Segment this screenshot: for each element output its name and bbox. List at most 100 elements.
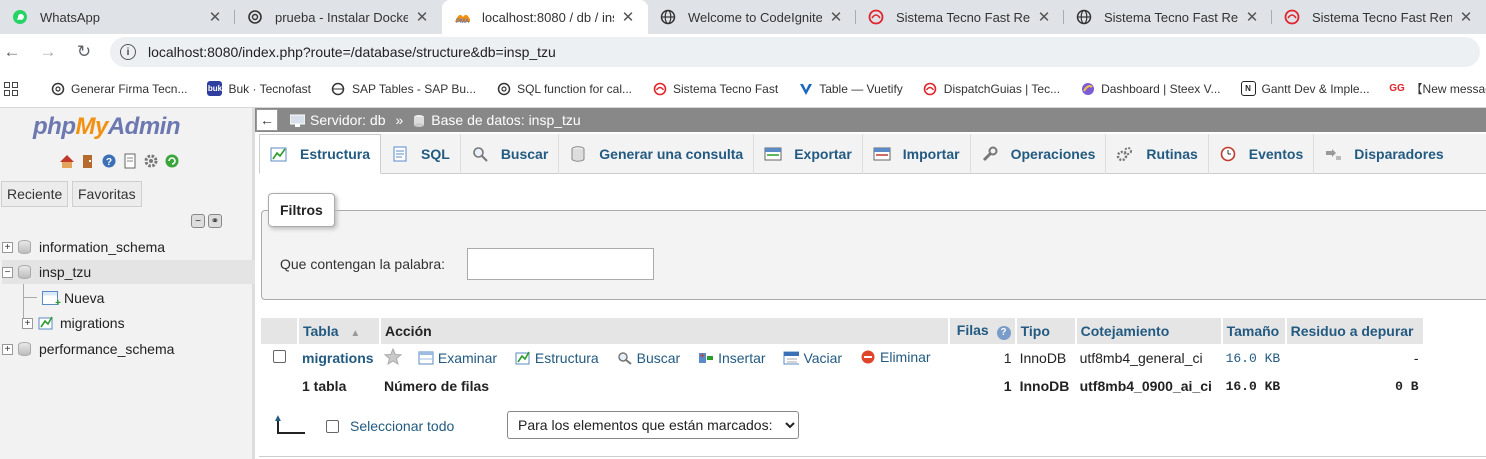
browser-tab-tecnofast-1[interactable]: Sistema Tecno Fast Rental ✕	[856, 0, 1064, 34]
row-checkbox[interactable]	[273, 350, 286, 363]
bookmark-item[interactable]: GG 【New message】Sha...	[1389, 80, 1486, 97]
browser-tab-localhost[interactable]: PMA localhost:8080 / db / insp_ ✕	[442, 0, 648, 34]
address-bar[interactable]: i localhost:8080/index.php?route=/databa…	[110, 37, 1480, 67]
collapse-all-icon[interactable]: −	[191, 214, 205, 228]
bookmark-item[interactable]: DispatchGuias | Tec...	[923, 81, 1060, 96]
select-all-checkbox[interactable]	[326, 419, 339, 433]
drop-action[interactable]: Eliminar	[860, 349, 931, 365]
close-icon[interactable]: ✕	[620, 8, 636, 26]
forward-arrow-icon[interactable]: →	[30, 34, 66, 70]
new-table-label[interactable]: Nueva	[64, 290, 104, 306]
help-icon[interactable]: ?	[996, 326, 1011, 340]
tab-sql[interactable]: SQL	[381, 134, 461, 174]
close-icon[interactable]: ✕	[828, 8, 844, 26]
bookmark-item[interactable]: SAP Tables - SAP Bu...	[331, 81, 476, 96]
browser-tab-codeigniter[interactable]: Welcome to CodeIgniter 4 ✕	[648, 0, 856, 34]
browser-toolbar: ← → ↻ i localhost:8080/index.php?route=/…	[0, 34, 1486, 70]
recent-tables-button[interactable]: Reciente	[1, 181, 69, 207]
empty-action[interactable]: Vaciar	[783, 350, 842, 366]
help-icon[interactable]: ?	[100, 152, 118, 170]
settings-gear-icon[interactable]	[142, 152, 160, 170]
table-name[interactable]: migrations	[60, 315, 125, 331]
row-size[interactable]: 16.0 KB	[1222, 344, 1286, 372]
reload-navigation-icon[interactable]	[163, 152, 181, 170]
tecnofast-icon	[868, 9, 884, 25]
database-name[interactable]: performance_schema	[39, 341, 174, 357]
tab-buscar[interactable]: Buscar	[461, 134, 560, 174]
phpmyadmin-logo[interactable]: phpMyAdmin	[33, 113, 181, 141]
filter-fieldset	[261, 210, 1486, 300]
site-info-icon[interactable]: i	[120, 44, 136, 60]
apps-grid-icon[interactable]	[4, 81, 18, 96]
back-arrow-icon[interactable]: ←	[0, 34, 30, 70]
table-name-link[interactable]: migrations	[302, 350, 374, 366]
tree-item-performance-schema[interactable]: + performance_schema	[2, 337, 174, 361]
close-icon[interactable]: ✕	[207, 8, 223, 26]
tree-item-insp-tzu[interactable]: − insp_tzu	[2, 260, 255, 284]
bookmark-item[interactable]: Dashboard | Steex V...	[1080, 81, 1221, 96]
tree-controls: − ⚭	[191, 214, 222, 228]
collapse-icon[interactable]: −	[2, 266, 13, 278]
tab-rutinas[interactable]: Rutinas	[1106, 134, 1209, 174]
tab-disparadores[interactable]: Disparadores	[1314, 134, 1453, 174]
close-icon[interactable]: ✕	[1036, 8, 1052, 26]
reload-icon[interactable]: ↻	[66, 34, 102, 70]
header-cotejamiento[interactable]: Cotejamiento	[1075, 318, 1223, 344]
structure-action[interactable]: Estructura	[515, 350, 599, 366]
header-tamano[interactable]: Tamaño	[1221, 318, 1287, 344]
breadcrumb-database[interactable]: Base de datos: insp_tzu	[431, 112, 580, 128]
tree-item-new-table[interactable]: Nueva	[42, 286, 104, 310]
tree-item-migrations[interactable]: + migrations	[22, 311, 125, 335]
favorite-tables-button[interactable]: Favoritas	[72, 181, 142, 207]
wrench-icon	[981, 146, 999, 162]
tab-importar[interactable]: Importar	[863, 134, 971, 174]
bookmark-item[interactable]: Sistema Tecno Fast	[652, 81, 778, 96]
logo-admin: Admin	[107, 113, 181, 140]
bookmark-item[interactable]: Table — Vuetify	[798, 81, 903, 96]
close-icon[interactable]: ✕	[1458, 8, 1474, 26]
favorite-star-icon[interactable]	[384, 348, 402, 365]
tab-exportar[interactable]: Exportar	[754, 134, 863, 174]
tab-estructura[interactable]: Estructura	[259, 134, 382, 174]
search-action[interactable]: Buscar	[617, 350, 680, 366]
filter-input[interactable]	[467, 248, 654, 280]
tree-item-information-schema[interactable]: + information_schema	[2, 235, 165, 259]
docs-icon[interactable]	[121, 152, 139, 170]
browser-tab-prueba[interactable]: prueba - Instalar Docker C ✕	[235, 0, 442, 34]
close-icon[interactable]: ✕	[1244, 8, 1260, 26]
tab-label: Generar una consulta	[599, 146, 744, 162]
close-icon[interactable]: ✕	[414, 8, 430, 26]
toggle-navigation-arrow-icon[interactable]: ←	[256, 109, 278, 131]
link-with-main-panel-icon[interactable]: ⚭	[208, 214, 222, 228]
breadcrumb-server[interactable]: Servidor: db	[310, 112, 385, 128]
breadcrumb-separator: »	[395, 112, 404, 128]
browser-tab-bar: WhatsApp ✕ prueba - Instalar Docker C ✕ …	[0, 0, 1486, 34]
bookmark-item[interactable]: Generar Firma Tecn...	[50, 81, 187, 96]
tab-generar-consulta[interactable]: Generar una consulta	[559, 134, 755, 174]
browser-tab-tecnofast-3[interactable]: Sistema Tecno Fast Rental ✕	[1272, 0, 1486, 34]
summary-size: 16.0 KB	[1225, 378, 1281, 394]
database-name[interactable]: information_schema	[39, 239, 165, 255]
tab-eventos[interactable]: Eventos	[1209, 134, 1315, 174]
with-selected-dropdown[interactable]: Para los elementos que están marcados:	[507, 411, 799, 439]
tab-operaciones[interactable]: Operaciones	[971, 134, 1107, 174]
database-name[interactable]: insp_tzu	[39, 264, 91, 280]
browser-tab-tecnofast-2[interactable]: Sistema Tecno Fast Rental ✕	[1064, 0, 1272, 34]
header-filas[interactable]: Filas ?	[948, 318, 1017, 344]
header-tipo[interactable]: Tipo	[1015, 318, 1077, 344]
insert-action[interactable]: + Insertar	[698, 350, 766, 366]
logout-icon[interactable]	[79, 152, 97, 170]
browse-action[interactable]: Examinar	[418, 350, 497, 366]
expand-icon[interactable]: +	[22, 317, 33, 329]
select-all-label[interactable]: Seleccionar todo	[350, 418, 454, 434]
expand-icon[interactable]: +	[2, 343, 13, 355]
home-icon[interactable]	[58, 152, 76, 170]
bookmark-item[interactable]: N Gantt Dev & Imple...	[1240, 81, 1370, 96]
bookmark-item[interactable]: buk Buk · Tecnofast	[207, 81, 311, 96]
browser-tab-whatsapp[interactable]: WhatsApp ✕	[0, 0, 235, 34]
header-tabla[interactable]: Tabla ▲	[298, 318, 381, 344]
expand-icon[interactable]: +	[2, 241, 13, 253]
bookmark-item[interactable]: SQL function for cal...	[496, 81, 632, 96]
header-residuo[interactable]: Residuo a depurar	[1285, 318, 1423, 344]
chatgpt-icon	[247, 9, 263, 25]
